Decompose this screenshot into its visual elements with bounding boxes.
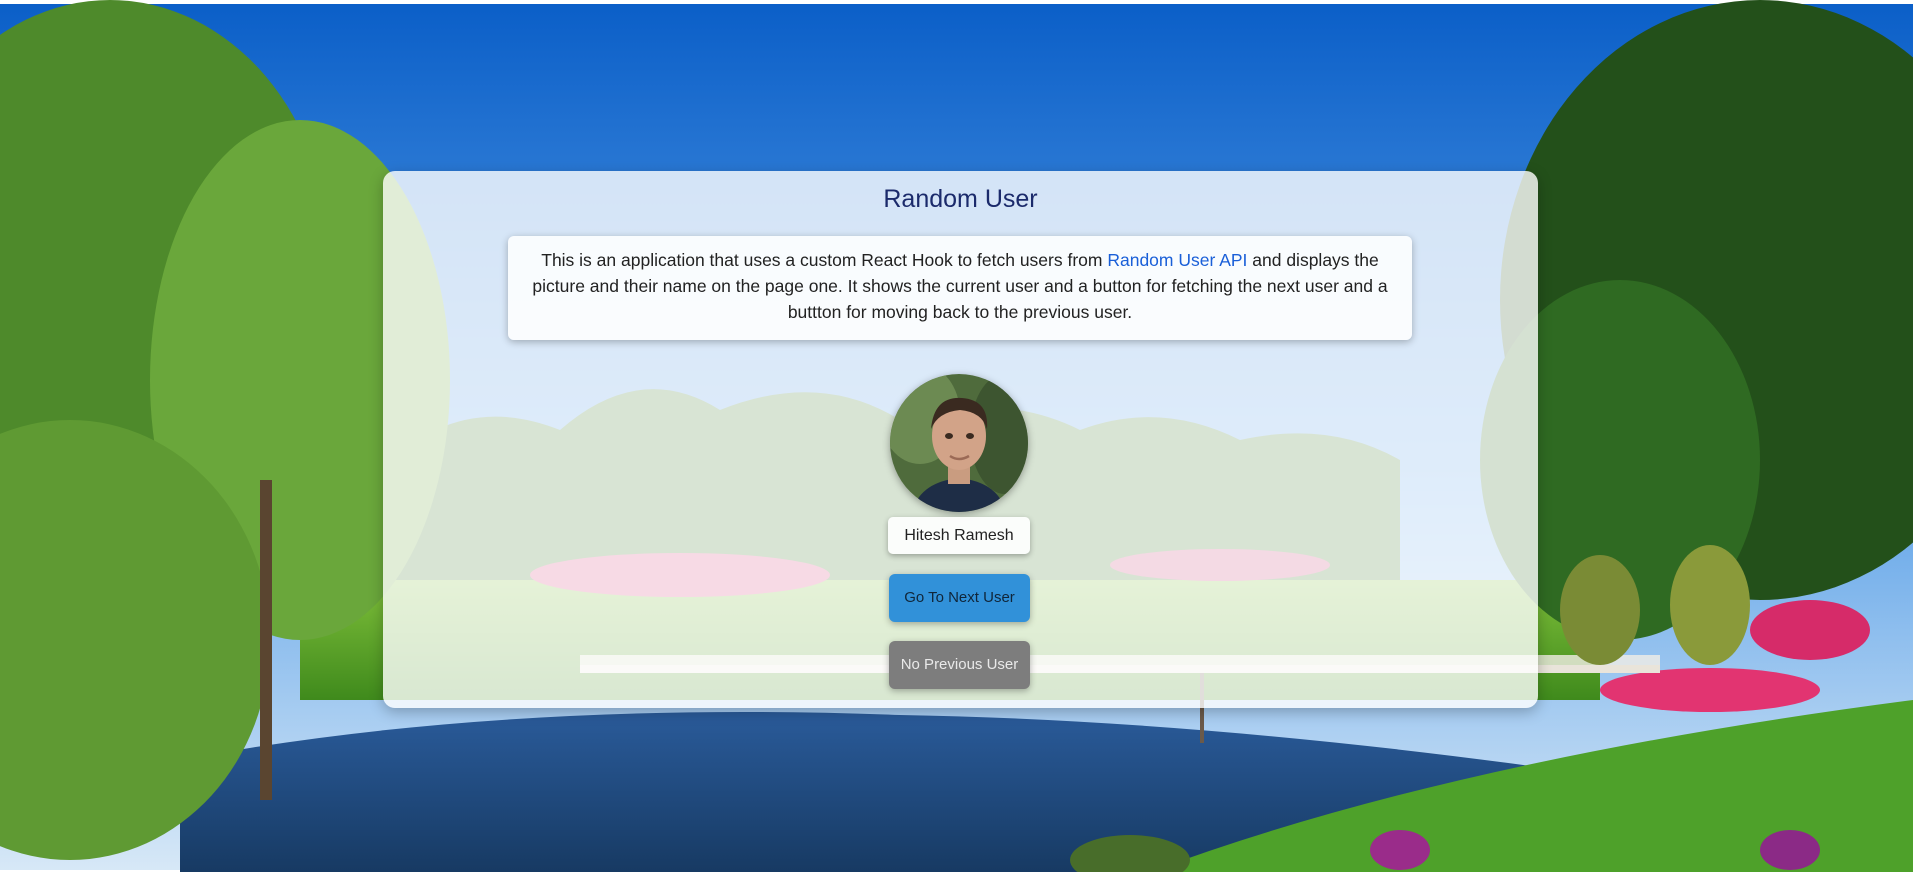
user-name: Hitesh Ramesh [888,517,1030,554]
user-photo-icon [890,374,1028,512]
description-text-before: This is an application that uses a custo… [541,250,1108,270]
next-user-button[interactable]: Go To Next User [889,574,1030,622]
random-user-api-link[interactable]: Random User API [1107,250,1247,270]
main-card: Random User This is an application that … [383,171,1538,708]
user-avatar [890,374,1028,512]
page-title: Random User [883,185,1038,213]
previous-user-button[interactable]: No Previous User [889,641,1030,689]
description-box: This is an application that uses a custo… [508,236,1412,340]
